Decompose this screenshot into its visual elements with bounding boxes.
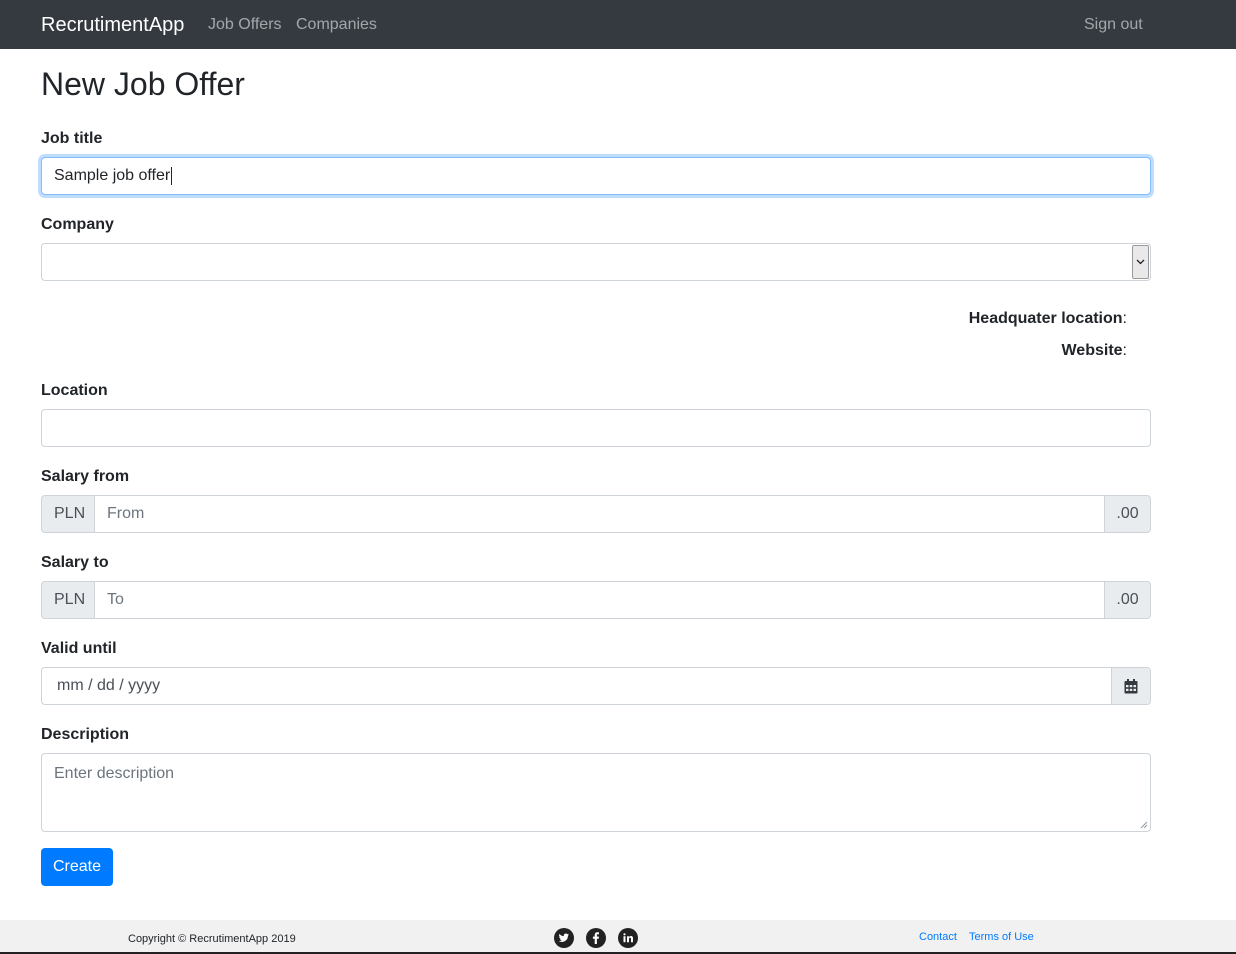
nav-link-job-offers[interactable]: Job Offers — [208, 15, 282, 35]
sign-out-link[interactable]: Sign out — [1084, 15, 1143, 35]
chevron-down-icon[interactable] — [1132, 245, 1149, 279]
twitter-icon[interactable] — [554, 928, 574, 948]
location-input[interactable] — [41, 409, 1151, 447]
salary-from-input[interactable]: From — [95, 495, 1104, 533]
location-label: Location — [41, 382, 108, 399]
headquarter-location-info: Headquater location: — [969, 309, 1127, 329]
description-placeholder: Enter description — [54, 765, 175, 782]
company-select[interactable] — [41, 243, 1151, 281]
terms-of-use-link[interactable]: Terms of Use — [969, 930, 1034, 944]
footer: Copyright © RecrutimentApp 2019 Contact … — [0, 920, 1236, 954]
text-caret — [171, 166, 173, 185]
page-title: New Job Offer — [41, 66, 245, 102]
website-label: Website — [1061, 342, 1123, 359]
job-title-value: Sample job offer — [54, 167, 171, 184]
valid-until-placeholder: mm / dd / yyyy — [57, 677, 161, 694]
salary-from-group: PLN From .00 — [41, 495, 1151, 533]
resize-grip-icon[interactable] — [1140, 821, 1148, 829]
company-label: Company — [41, 216, 114, 233]
valid-until-input[interactable]: mm / dd / yyyy — [41, 667, 1151, 705]
nav-link-companies[interactable]: Companies — [296, 15, 377, 35]
salary-to-group: PLN To .00 — [41, 581, 1151, 619]
navbar: RecrutimentApp Job Offers Companies Sign… — [0, 0, 1236, 49]
salary-from-currency: PLN — [41, 495, 95, 533]
website-info: Website: — [1061, 341, 1127, 361]
facebook-icon[interactable] — [586, 928, 606, 948]
valid-until-label: Valid until — [41, 640, 117, 657]
salary-to-decimals: .00 — [1104, 581, 1151, 619]
website-colon: : — [1122, 342, 1127, 359]
create-button[interactable]: Create — [41, 848, 113, 886]
linkedin-icon[interactable] — [618, 928, 638, 948]
job-title-input[interactable]: Sample job offer — [41, 157, 1151, 195]
headquarter-colon: : — [1122, 310, 1127, 327]
headquarter-location-label: Headquater location — [968, 310, 1123, 327]
salary-from-decimals: .00 — [1104, 495, 1151, 533]
brand-link[interactable]: RecrutimentApp — [41, 13, 184, 37]
description-label: Description — [41, 726, 130, 743]
salary-to-input[interactable]: To — [95, 581, 1104, 619]
salary-to-label: Salary to — [41, 554, 109, 571]
salary-from-label: Salary from — [41, 468, 130, 485]
job-title-label: Job title — [41, 130, 103, 147]
copyright-text: Copyright © RecrutimentApp 2019 — [128, 933, 296, 945]
contact-link[interactable]: Contact — [919, 930, 957, 944]
description-textarea[interactable]: Enter description — [41, 753, 1151, 832]
calendar-icon[interactable] — [1111, 668, 1150, 704]
salary-to-currency: PLN — [41, 581, 95, 619]
